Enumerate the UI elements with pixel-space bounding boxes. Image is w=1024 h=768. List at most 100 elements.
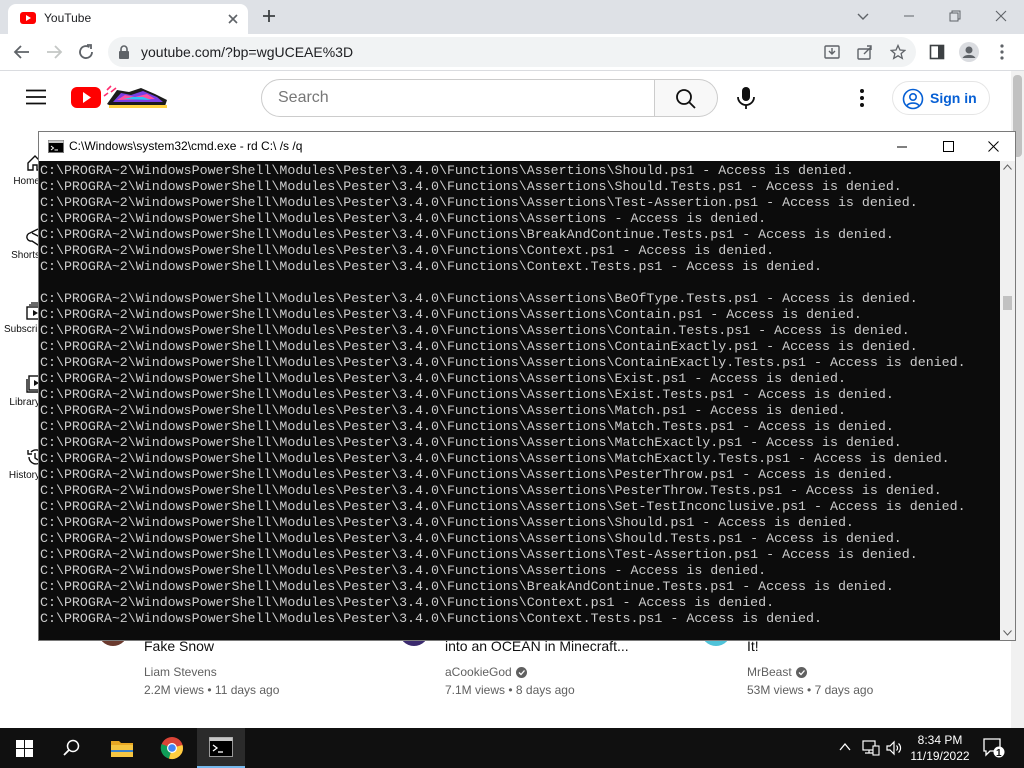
settings-kebab-icon[interactable] <box>852 86 872 110</box>
console-line: C:\PROGRA~2\WindowsPowerShell\Modules\Pe… <box>40 163 854 178</box>
console-line: C:\PROGRA~2\WindowsPowerShell\Modules\Pe… <box>40 483 942 498</box>
search-input[interactable]: Search <box>261 79 655 117</box>
console-line: C:\PROGRA~2\WindowsPowerShell\Modules\Pe… <box>40 211 767 226</box>
console-line: C:\PROGRA~2\WindowsPowerShell\Modules\Pe… <box>40 243 775 258</box>
cmd-close-icon[interactable] <box>970 132 1016 161</box>
video-meta: 7.1M views • 8 days ago <box>445 683 575 697</box>
bookmark-star-icon[interactable] <box>890 44 906 60</box>
cmd-maximize-icon[interactable] <box>925 132 971 161</box>
browser-toolbar: youtube.com/?bp=wgUCEAE%3D <box>0 34 1024 71</box>
scroll-down-icon[interactable] <box>1003 630 1012 636</box>
sidebar-item-label: Subscriptions <box>4 324 40 335</box>
console-output[interactable]: C:\PROGRA~2\WindowsPowerShell\Modules\Pe… <box>39 161 1000 640</box>
search-button[interactable] <box>655 79 718 117</box>
channel-name[interactable]: aCookieGod <box>445 665 527 679</box>
reload-icon[interactable] <box>76 42 96 62</box>
verified-badge-icon <box>515 667 527 679</box>
scroll-up-icon[interactable] <box>1003 164 1012 170</box>
console-line: C:\PROGRA~2\WindowsPowerShell\Modules\Pe… <box>40 451 950 466</box>
show-hidden-icons-icon[interactable] <box>838 740 852 754</box>
lock-icon[interactable] <box>118 45 130 59</box>
cmd-window-icon[interactable] <box>48 140 64 153</box>
console-line: C:\PROGRA~2\WindowsPowerShell\Modules\Pe… <box>40 547 918 562</box>
console-line: C:\PROGRA~2\WindowsPowerShell\Modules\Pe… <box>40 387 894 402</box>
console-line: C:\PROGRA~2\WindowsPowerShell\Modules\Pe… <box>40 179 902 194</box>
chrome-icon[interactable] <box>148 728 196 768</box>
cmd-icon[interactable] <box>197 728 245 768</box>
new-tab-icon[interactable] <box>261 8 277 24</box>
sidebar-item-label: History <box>8 470 40 481</box>
account-icon <box>902 88 924 110</box>
video-meta: 2.2M views • 11 days ago <box>144 683 280 697</box>
console-line: C:\PROGRA~2\WindowsPowerShell\Modules\Pe… <box>40 259 822 274</box>
console-line: C:\PROGRA~2\WindowsPowerShell\Modules\Pe… <box>40 339 918 354</box>
youtube-logo[interactable] <box>71 84 169 110</box>
youtube-header: Search Sign in <box>0 71 1024 127</box>
console-line: C:\PROGRA~2\WindowsPowerShell\Modules\Pe… <box>40 195 918 210</box>
forward-icon[interactable] <box>44 42 64 62</box>
install-app-icon[interactable] <box>824 44 840 60</box>
windows-start-icon[interactable] <box>0 728 48 768</box>
address-bar[interactable]: youtube.com/?bp=wgUCEAE%3D <box>108 37 916 67</box>
console-line: C:\PROGRA~2\WindowsPowerShell\Modules\Pe… <box>40 579 894 594</box>
console-line: C:\PROGRA~2\WindowsPowerShell\Modules\Pe… <box>40 515 854 530</box>
browser-tab-youtube[interactable]: YouTube <box>8 4 248 34</box>
sign-in-label: Sign in <box>930 90 977 106</box>
youtube-favicon-icon <box>20 12 36 24</box>
console-scrollbar-thumb[interactable] <box>1003 296 1012 310</box>
console-line: C:\PROGRA~2\WindowsPowerShell\Modules\Pe… <box>40 291 918 306</box>
url-text[interactable]: youtube.com/?bp=wgUCEAE%3D <box>141 44 353 60</box>
share-icon[interactable] <box>857 44 873 60</box>
search-placeholder: Search <box>278 89 329 106</box>
verified-badge-icon <box>795 667 807 679</box>
console-line: C:\PROGRA~2\WindowsPowerShell\Modules\Pe… <box>40 499 966 514</box>
menu-icon[interactable] <box>26 89 46 105</box>
sidebar-item-label: Shorts <box>11 250 40 261</box>
console-line: C:\PROGRA~2\WindowsPowerShell\Modules\Pe… <box>40 595 775 610</box>
tab-search-chevron-icon[interactable] <box>851 6 875 26</box>
console-line: C:\PROGRA~2\WindowsPowerShell\Modules\Pe… <box>40 403 846 418</box>
console-line: C:\PROGRA~2\WindowsPowerShell\Modules\Pe… <box>40 419 894 434</box>
minimize-icon[interactable] <box>897 6 921 26</box>
console-line: C:\PROGRA~2\WindowsPowerShell\Modules\Pe… <box>40 531 902 546</box>
microphone-icon[interactable] <box>735 86 757 110</box>
channel-name[interactable]: MrBeast <box>747 665 807 679</box>
restore-icon[interactable] <box>943 6 967 26</box>
cmd-title: C:\Windows\system32\cmd.exe - rd C:\ /s … <box>69 139 303 153</box>
channel-name[interactable]: Liam Stevens <box>144 665 217 679</box>
file-explorer-icon[interactable] <box>98 728 146 768</box>
network-icon[interactable] <box>862 740 880 756</box>
console-lines: C:\PROGRA~2\WindowsPowerShell\Modules\Pe… <box>40 163 966 627</box>
console-line: C:\PROGRA~2\WindowsPowerShell\Modules\Pe… <box>40 307 862 322</box>
profile-avatar-icon[interactable] <box>959 42 979 62</box>
cmd-titlebar[interactable]: C:\Windows\system32\cmd.exe - rd C:\ /s … <box>39 132 1015 161</box>
side-panel-icon[interactable] <box>927 42 947 62</box>
cmd-window[interactable]: C:\Windows\system32\cmd.exe - rd C:\ /s … <box>38 131 1016 641</box>
console-line: C:\PROGRA~2\WindowsPowerShell\Modules\Pe… <box>40 611 822 626</box>
clock-time: 8:34 PM <box>917 733 963 747</box>
console-line: C:\PROGRA~2\WindowsPowerShell\Modules\Pe… <box>40 467 894 482</box>
chrome-menu-icon[interactable] <box>992 42 1012 62</box>
tab-close-icon[interactable] <box>226 12 240 26</box>
cmd-minimize-icon[interactable] <box>879 132 925 161</box>
video-meta: 53M views • 7 days ago <box>747 683 874 697</box>
console-line: C:\PROGRA~2\WindowsPowerShell\Modules\Pe… <box>40 371 846 386</box>
console-line: C:\PROGRA~2\WindowsPowerShell\Modules\Pe… <box>40 227 894 242</box>
volume-icon[interactable] <box>886 740 902 756</box>
system-clock[interactable]: 8:34 PM 11/19/2022 <box>904 732 976 764</box>
console-line: C:\PROGRA~2\WindowsPowerShell\Modules\Pe… <box>40 435 902 450</box>
sign-in-button[interactable]: Sign in <box>892 81 990 115</box>
taskbar: 8:34 PM 11/19/2022 1 <box>0 728 1024 768</box>
console-line: C:\PROGRA~2\WindowsPowerShell\Modules\Pe… <box>40 355 966 370</box>
notification-count-badge: 1 <box>996 748 1002 759</box>
clock-date: 11/19/2022 <box>910 749 970 763</box>
search-icon[interactable] <box>48 728 96 768</box>
console-scrollbar[interactable] <box>1000 161 1015 640</box>
search-icon <box>676 89 696 109</box>
tab-title: YouTube <box>44 11 92 25</box>
browser-tab-strip: YouTube <box>0 0 1024 34</box>
close-window-icon[interactable] <box>989 6 1013 26</box>
back-icon[interactable] <box>12 42 32 62</box>
sidebar-item-label: Library <box>9 397 40 408</box>
